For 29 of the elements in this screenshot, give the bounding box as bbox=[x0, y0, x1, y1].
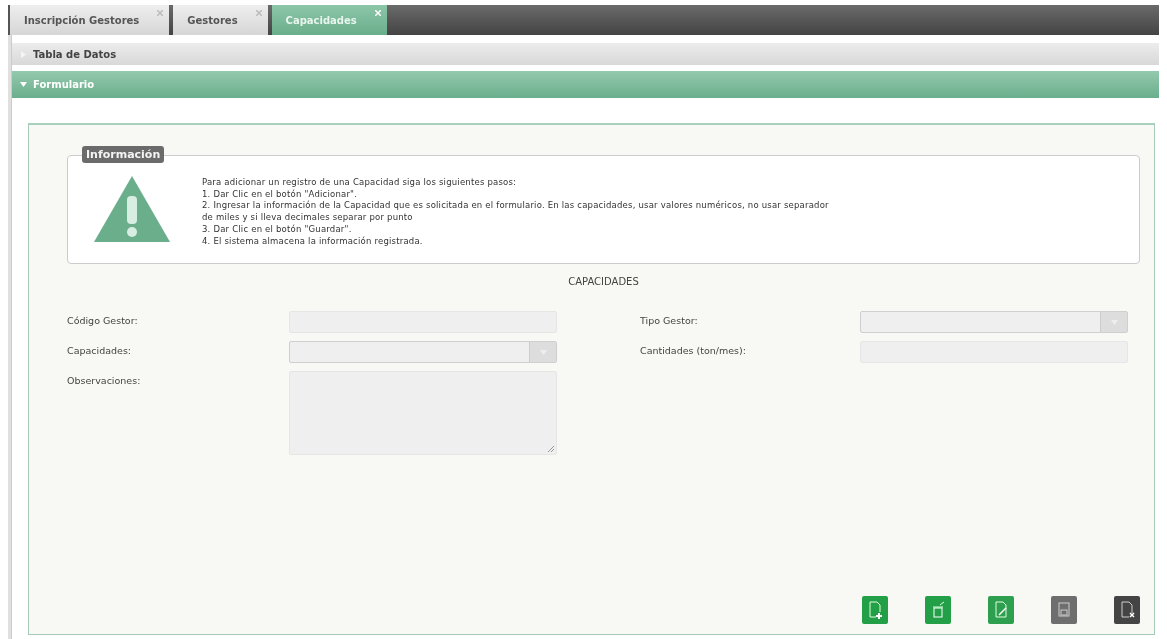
resize-grip-icon bbox=[548, 446, 554, 453]
delete-button[interactable] bbox=[925, 596, 951, 624]
info-text: 2. Ingresar la información de la Capacidad que es solicitada en el formulario. En las capacidades, usar valores numéricos, no usar separador bbox=[202, 200, 829, 213]
section-title: Formulario bbox=[33, 79, 95, 90]
close-icon[interactable] bbox=[255, 10, 262, 16]
field-label: Cantidades (ton/mes): bbox=[640, 344, 747, 359]
caret-down-icon bbox=[20, 81, 27, 88]
info-text: 3. Dar Clic en el botón "Guardar". bbox=[202, 223, 353, 236]
close-icon[interactable] bbox=[157, 10, 164, 16]
tab[interactable]: Gestores bbox=[173, 5, 268, 35]
info-text: 4. El sistema almacena la información registrada. bbox=[202, 235, 424, 248]
edit-button[interactable] bbox=[988, 596, 1014, 624]
info-text: 1. Dar Clic en el botón "Adicionar". bbox=[202, 188, 359, 200]
tab[interactable]: Inscripción Gestores bbox=[10, 5, 170, 35]
info-title: Información bbox=[82, 146, 165, 163]
form-title: CAPACIDADES bbox=[568, 276, 639, 288]
field-label: Tipo Gestor: bbox=[640, 314, 699, 329]
dropdown-field[interactable] bbox=[289, 341, 557, 364]
section-title: Tabla de Datos bbox=[33, 48, 117, 60]
info-text: Para adicionar un registro de una Capacidad siga los siguientes pasos: bbox=[202, 177, 518, 189]
textarea-field[interactable] bbox=[289, 371, 557, 456]
section-header[interactable]: Tabla de Datos bbox=[12, 43, 1159, 65]
field-label: Observaciones: bbox=[67, 374, 142, 389]
add-button[interactable] bbox=[862, 596, 888, 624]
field-label: Capacidades: bbox=[67, 344, 133, 359]
field-label: Código Gestor: bbox=[67, 314, 139, 329]
info-text: de miles y si lleva decimales separar por punto bbox=[202, 212, 414, 224]
dropdown-field[interactable] bbox=[860, 311, 1128, 334]
warning-icon bbox=[92, 174, 172, 244]
